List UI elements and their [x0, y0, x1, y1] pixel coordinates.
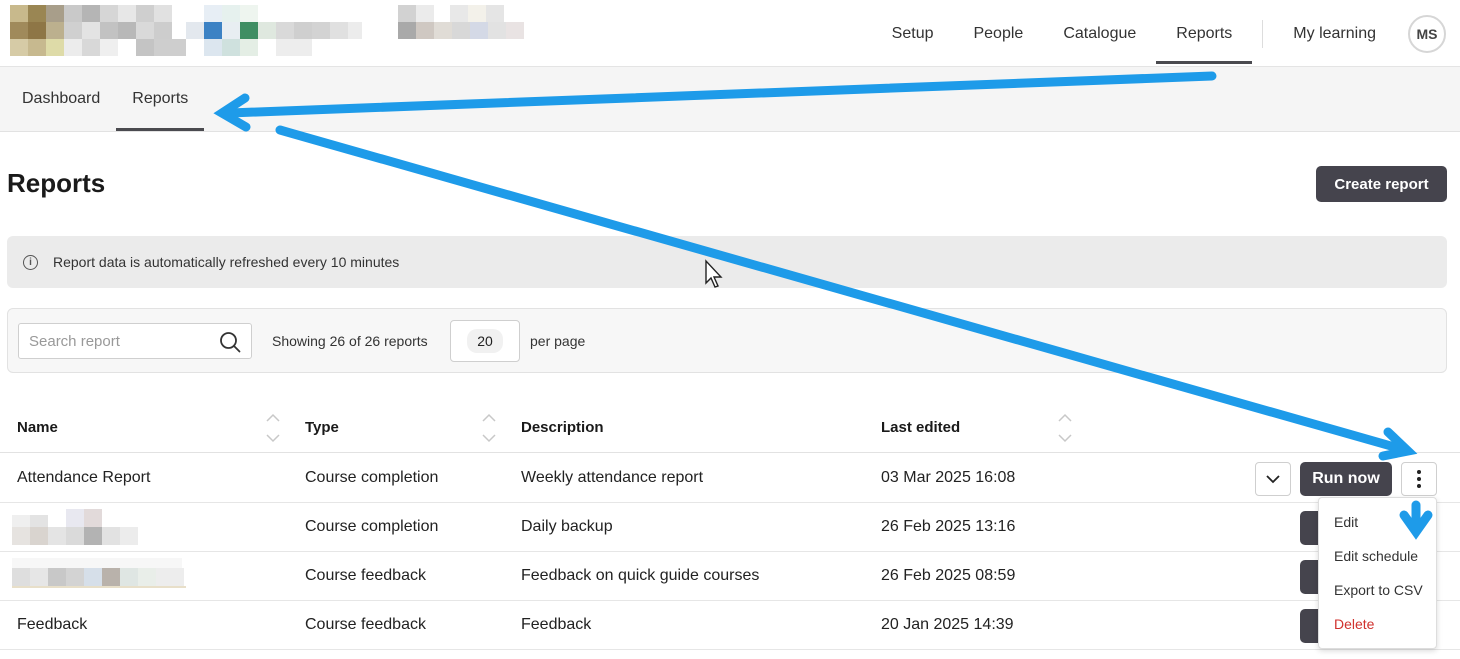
- table-row[interactable]: Feedback Course feedback Feedback 20 Jan…: [0, 601, 1460, 650]
- table-row[interactable]: Course feedback Feedback on quick guide …: [0, 552, 1460, 601]
- sort-icon[interactable]: [266, 413, 280, 443]
- tab-dashboard[interactable]: Dashboard: [0, 67, 116, 131]
- per-page-label: per page: [530, 333, 586, 349]
- report-last-edited: 03 Mar 2025 16:08: [881, 469, 1016, 486]
- page-title: Reports: [7, 168, 106, 198]
- kebab-icon: [1417, 470, 1421, 474]
- nav-divider: [1262, 19, 1264, 48]
- report-description: Weekly attendance report: [521, 469, 704, 486]
- top-bar: Setup People Catalogue Reports My learni…: [0, 0, 1460, 67]
- report-description: Feedback on quick guide courses: [521, 567, 760, 584]
- nav-catalogue[interactable]: Catalogue: [1043, 0, 1156, 67]
- nav-setup[interactable]: Setup: [872, 0, 954, 67]
- nav-my-learning[interactable]: My learning: [1273, 0, 1396, 67]
- expand-row-button[interactable]: [1255, 462, 1291, 496]
- more-actions-button[interactable]: [1401, 462, 1437, 496]
- table-row[interactable]: Course completion Daily backup 26 Feb 20…: [0, 503, 1460, 552]
- nav-reports[interactable]: Reports: [1156, 0, 1253, 67]
- search-box: [18, 323, 252, 359]
- report-last-edited: 20 Jan 2025 14:39: [881, 616, 1014, 633]
- report-name[interactable]: Attendance Report: [17, 469, 150, 487]
- report-type: Course feedback: [305, 616, 426, 633]
- info-banner: i Report data is automatically refreshed…: [7, 236, 1447, 288]
- mouse-cursor-icon: [705, 259, 723, 288]
- report-name[interactable]: Feedback: [17, 616, 87, 634]
- column-header-description: Description: [521, 419, 604, 436]
- report-type: Course completion: [305, 469, 439, 486]
- menu-item-edit[interactable]: Edit: [1319, 508, 1436, 542]
- menu-item-edit-schedule[interactable]: Edit schedule: [1319, 542, 1436, 576]
- main-nav: Setup People Catalogue Reports My learni…: [872, 0, 1460, 67]
- sort-icon[interactable]: [1058, 413, 1072, 443]
- menu-item-delete[interactable]: Delete: [1319, 610, 1436, 644]
- report-type: Course completion: [305, 518, 439, 535]
- sub-nav: Dashboard Reports: [0, 67, 1460, 132]
- redacted-report-name[interactable]: [12, 509, 142, 545]
- per-page-value: 20: [467, 329, 503, 353]
- report-description: Feedback: [521, 616, 592, 633]
- results-count: Showing 26 of 26 reports: [272, 333, 428, 349]
- info-text: Report data is automatically refreshed e…: [53, 254, 400, 270]
- nav-people[interactable]: People: [953, 0, 1043, 67]
- brand-logo-redacted[interactable]: [10, 5, 530, 57]
- report-type: Course feedback: [305, 567, 426, 584]
- column-header-type[interactable]: Type: [305, 419, 339, 436]
- info-icon: i: [23, 254, 38, 270]
- create-report-button[interactable]: Create report: [1316, 166, 1447, 202]
- column-header-last-edited[interactable]: Last edited: [881, 419, 960, 436]
- redacted-report-name[interactable]: [12, 558, 188, 594]
- sort-icon[interactable]: [482, 413, 496, 443]
- run-now-button[interactable]: Run now: [1300, 462, 1392, 496]
- report-description: Daily backup: [521, 518, 613, 535]
- tab-reports[interactable]: Reports: [116, 67, 205, 131]
- report-last-edited: 26 Feb 2025 13:16: [881, 518, 1016, 535]
- row-actions-menu: Edit Edit schedule Export to CSV Delete: [1318, 497, 1437, 649]
- arrow-to-actions-button: [275, 125, 1410, 455]
- table-header: Name Type Description Last edited: [0, 403, 1460, 453]
- search-input[interactable]: [19, 324, 209, 358]
- chevron-down-icon: [1266, 475, 1280, 484]
- report-last-edited: 26 Feb 2025 08:59: [881, 567, 1016, 584]
- search-icon[interactable]: [219, 331, 241, 353]
- per-page-select[interactable]: 20: [450, 320, 520, 362]
- menu-item-export-csv[interactable]: Export to CSV: [1319, 576, 1436, 610]
- table-row[interactable]: Attendance Report Course completion Week…: [0, 454, 1460, 503]
- user-avatar[interactable]: MS: [1408, 14, 1446, 53]
- column-header-name[interactable]: Name: [17, 419, 58, 436]
- filter-bar: Showing 26 of 26 reports 20 per page: [7, 308, 1447, 373]
